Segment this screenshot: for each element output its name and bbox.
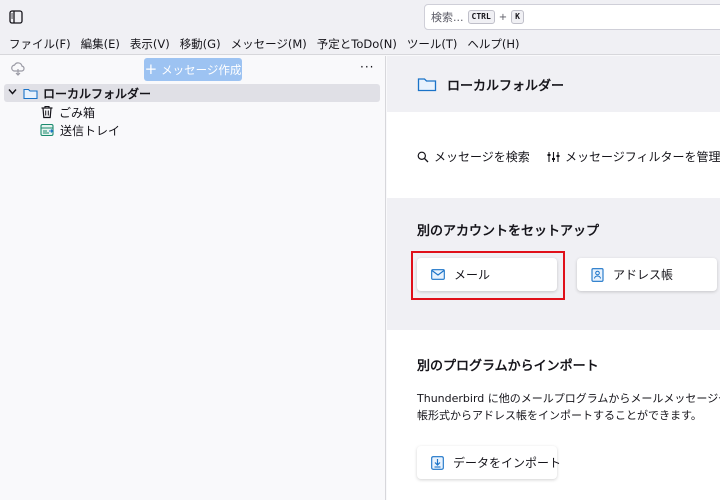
- menu-message[interactable]: メッセージ(M): [226, 36, 312, 52]
- menu-go[interactable]: 移動(G): [175, 36, 226, 52]
- manage-filters-button[interactable]: メッセージフィルターを管理: [547, 148, 720, 165]
- search-icon: [417, 151, 429, 163]
- folder-item-local-folders[interactable]: ローカルフォルダー: [4, 84, 380, 102]
- folder-pane: + メッセージ作成 ··· ローカルフォルダー ごみ箱 送信トレイ: [0, 56, 386, 500]
- folder-label: ローカルフォルダー: [43, 86, 152, 101]
- setup-addressbook-button[interactable]: アドレス帳: [577, 258, 717, 291]
- manage-filters-label: メッセージフィルターを管理: [565, 150, 720, 164]
- import-data-button[interactable]: データをインポート: [417, 446, 561, 479]
- menu-file[interactable]: ファイル(F): [4, 36, 76, 52]
- address-book-icon: [591, 267, 604, 282]
- trash-icon: [40, 105, 54, 119]
- import-icon: [431, 455, 444, 470]
- import-section-title: 別のプログラムからインポート: [417, 359, 599, 374]
- folder-icon: [23, 87, 38, 100]
- search-messages-button[interactable]: メッセージを検索: [417, 148, 530, 165]
- import-description: Thunderbird に他のメールプログラムからメールメッセージやフィード購 …: [417, 390, 720, 424]
- write-message-label: メッセージ作成: [161, 62, 242, 77]
- shortcut-k-key: K: [511, 10, 524, 24]
- menu-view[interactable]: 表示(V): [125, 36, 175, 52]
- sidebar-toggle-icon[interactable]: [6, 7, 26, 27]
- folder-icon: [417, 76, 437, 92]
- shortcut-plus: +: [498, 11, 508, 23]
- plus-icon: +: [144, 60, 158, 78]
- menu-events-tasks[interactable]: 予定とToDo(N): [312, 36, 402, 52]
- chevron-down-icon[interactable]: [8, 87, 18, 99]
- account-central-pane: ローカルフォルダー メッセージを検索 メッセージフィルターを管理 別のアカウント…: [387, 56, 720, 500]
- folder-item-outbox[interactable]: 送信トレイ: [40, 121, 120, 139]
- menu-edit[interactable]: 編集(E): [76, 36, 125, 52]
- top-toolbar: 検索... CTRL + K: [0, 0, 720, 34]
- import-data-label: データをインポート: [453, 456, 562, 470]
- folder-item-trash[interactable]: ごみ箱: [40, 103, 95, 121]
- folder-pane-header: + メッセージ作成 ···: [0, 56, 385, 84]
- menu-tools[interactable]: ツール(T): [402, 36, 463, 52]
- search-input[interactable]: 検索... CTRL + K: [424, 4, 720, 30]
- import-description-line-2: 帳形式からアドレス帳をインポートすることができます。: [417, 409, 702, 422]
- more-options-icon[interactable]: ···: [360, 60, 374, 74]
- highlight-box: [411, 251, 565, 300]
- import-section: 別のプログラムからインポート Thunderbird に他のメールプログラムから…: [387, 330, 720, 500]
- folder-label: ごみ箱: [59, 105, 96, 120]
- menu-help[interactable]: ヘルプ(H): [462, 36, 524, 52]
- filter-sliders-icon: [547, 151, 560, 163]
- shortcut-ctrl-key: CTRL: [467, 10, 495, 24]
- search-placeholder: 検索...: [431, 11, 464, 24]
- addressbook-card-label: アドレス帳: [613, 268, 674, 282]
- setup-section-title: 別のアカウントをセットアップ: [417, 224, 600, 239]
- import-description-line-1: Thunderbird に他のメールプログラムからメールメッセージやフィード購: [417, 392, 720, 405]
- tools-section: メッセージを検索 メッセージフィルターを管理: [387, 112, 720, 198]
- menu-bar: ファイル(F) 編集(E) 表示(V) 移動(G) メッセージ(M) 予定とTo…: [0, 34, 720, 55]
- page-title: ローカルフォルダー: [447, 78, 565, 94]
- get-messages-cloud-icon[interactable]: [10, 62, 26, 79]
- setup-account-section: 別のアカウントをセットアップ メール アドレス帳: [387, 198, 720, 330]
- search-messages-label: メッセージを検索: [434, 150, 530, 164]
- outbox-icon: [40, 123, 55, 137]
- account-header: ローカルフォルダー: [387, 56, 720, 112]
- write-message-button[interactable]: + メッセージ作成: [144, 58, 242, 81]
- folder-label: 送信トレイ: [60, 123, 121, 138]
